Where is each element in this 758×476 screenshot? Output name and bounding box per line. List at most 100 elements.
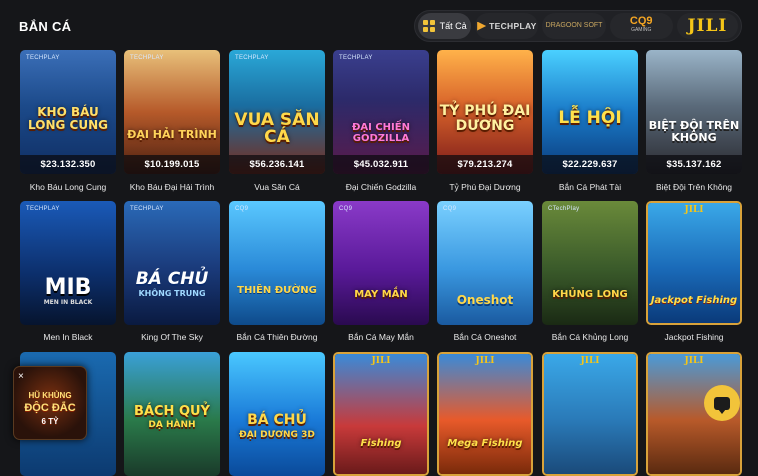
game-logo: ĐẠI HẢI TRÌNH: [127, 128, 217, 141]
game-title[interactable]: Bắn Cá May Mắn: [333, 332, 429, 342]
game-title[interactable]: Đại Chiến Godzilla: [333, 182, 429, 192]
jackpot-amount: $35.137.162: [646, 155, 742, 174]
game-logo: THIÊN ĐƯỜNG: [237, 285, 317, 296]
promo-line-1: HŨ KHỦNG: [28, 391, 72, 400]
game-card[interactable]: CQ9 Oneshot: [437, 201, 533, 325]
game-logo: MAY MẮN: [354, 289, 408, 300]
game-title[interactable]: Vua Săn Cá: [229, 182, 325, 192]
game-title[interactable]: Kho Báu Đại Hải Trình: [124, 182, 220, 192]
provider-filter-bar: Tất Cả TECHPLAY DRAGOON SOFT CQ9 GAMING …: [414, 10, 742, 42]
game-card[interactable]: LỄ HỘI $22.229.637: [542, 50, 638, 174]
game-logo-sub: KHÔNG TRUNG: [138, 289, 206, 298]
game-logo: MIB: [44, 275, 92, 300]
provider-badge: JILI: [684, 205, 704, 215]
provider-tab-label: CQ9: [629, 15, 653, 27]
game-card[interactable]: CTechPlay KHỦNG LONG: [542, 201, 638, 325]
game-logo: VUA SĂN CÁ: [234, 110, 320, 147]
provider-badge: TECHPLAY: [130, 206, 164, 212]
game-logo: ĐẠI CHIẾN GODZILLA: [352, 122, 410, 144]
game-logo: BÁCH QUỶ: [134, 404, 210, 419]
game-logo: LỄ HỘI: [558, 108, 622, 128]
game-logo: Mega Fishing: [447, 438, 523, 449]
provider-badge: JILI: [580, 356, 600, 366]
game-title[interactable]: Men In Black: [20, 332, 116, 342]
provider-badge: TECHPLAY: [339, 55, 373, 61]
provider-tab-label: TECHPLAY: [489, 21, 537, 31]
provider-badge: JILI: [371, 356, 391, 366]
jackpot-amount: $22.229.637: [542, 155, 638, 174]
jackpot-amount: $23.132.350: [20, 155, 116, 174]
game-title[interactable]: Kho Báu Long Cung: [20, 182, 116, 192]
provider-tab-techplay[interactable]: TECHPLAY: [475, 13, 539, 39]
game-title[interactable]: King Of The Sky: [124, 332, 220, 342]
game-card[interactable]: TECHPLAY MIB MEN IN BLACK: [20, 201, 116, 325]
game-card[interactable]: JILI Mega Fishing: [437, 352, 533, 476]
jackpot-amount: $56.236.141: [229, 155, 325, 174]
game-logo-sub: MEN IN BLACK: [43, 299, 93, 306]
game-card[interactable]: BIỆT ĐỘI TRÊN KHÔNG $35.137.162: [646, 50, 742, 174]
game-card[interactable]: CQ9 THIÊN ĐƯỜNG: [229, 201, 325, 325]
game-logo: BIỆT ĐỘI TRÊN KHÔNG: [648, 119, 740, 144]
game-card[interactable]: TECHPLAY ĐẠI HẢI TRÌNH $10.199.015: [124, 50, 220, 174]
header: BẮN CÁ Tất Cả TECHPLAY DRAGOON SOFT CQ9 …: [0, 0, 758, 50]
game-title[interactable]: Bắn Cá Phát Tài: [542, 182, 638, 192]
promo-line-2: ĐỘC ĐẮC: [24, 402, 76, 414]
provider-badge: TECHPLAY: [130, 55, 164, 61]
game-card[interactable]: CQ9 MAY MẮN: [333, 201, 429, 325]
game-logo: Jackpot Fishing: [650, 295, 738, 306]
provider-badge: CQ9: [443, 206, 457, 212]
game-logo: TỶ PHÚ ĐẠI DƯƠNG: [439, 103, 531, 134]
provider-tab-dragoon[interactable]: DRAGOON SOFT: [542, 13, 606, 39]
game-card[interactable]: TECHPLAY ĐẠI CHIẾN GODZILLA $45.032.911: [333, 50, 429, 174]
jackpot-promo-banner[interactable]: × HŨ KHỦNG ĐỘC ĐẮC 6 TỶ: [13, 366, 87, 440]
game-logo: Oneshot: [456, 293, 514, 307]
provider-badge: CQ9: [235, 206, 249, 212]
provider-badge: CQ9: [339, 206, 353, 212]
game-logo: KHỦNG LONG: [552, 289, 628, 300]
game-title[interactable]: Tỷ Phú Đại Dương: [437, 182, 533, 192]
game-card[interactable]: TECHPLAY VUA SĂN CÁ $56.236.141: [229, 50, 325, 174]
game-logo: Fishing: [360, 438, 402, 449]
game-logo-sub: DẠ HÀNH: [148, 420, 196, 430]
game-card[interactable]: BÁ CHỦ ĐẠI DƯƠNG 3D: [229, 352, 325, 476]
page-title: BẮN CÁ: [19, 19, 72, 34]
game-logo: BÁ CHỦ: [247, 412, 307, 428]
jackpot-amount: $79.213.274: [437, 155, 533, 174]
game-title[interactable]: Bắn Cá Oneshot: [437, 332, 533, 342]
game-card[interactable]: TỶ PHÚ ĐẠI DƯƠNG $79.213.274: [437, 50, 533, 174]
provider-tab-cq9[interactable]: CQ9 GAMING: [609, 13, 673, 39]
chat-icon: [714, 396, 730, 414]
techplay-logo-icon: [477, 21, 487, 31]
jackpot-amount: $10.199.015: [124, 155, 220, 174]
provider-badge: JILI: [475, 356, 495, 366]
game-card[interactable]: TECHPLAY BÁ CHỦ KHÔNG TRUNG: [124, 201, 220, 325]
provider-badge: TECHPLAY: [26, 206, 60, 212]
provider-tab-jili[interactable]: JILI: [676, 13, 738, 39]
close-icon[interactable]: ×: [18, 371, 24, 382]
jackpot-amount: $45.032.911: [333, 155, 429, 174]
chat-button[interactable]: [704, 385, 740, 421]
provider-tab-all[interactable]: Tất Cả: [418, 13, 472, 39]
game-logo: BÁ CHỦ: [135, 269, 209, 289]
grid-icon: [422, 20, 435, 32]
promo-line-3: 6 TỶ: [41, 417, 59, 426]
provider-tab-label: DRAGOON SOFT: [545, 22, 603, 29]
game-title[interactable]: Bắn Cá Thiên Đường: [229, 332, 325, 342]
game-card[interactable]: JILI Fishing: [333, 352, 429, 476]
provider-badge: TECHPLAY: [235, 55, 269, 61]
game-title[interactable]: Jackpot Fishing: [646, 332, 742, 342]
provider-tab-sublabel: GAMING: [631, 27, 652, 33]
game-logo-sub: ĐẠI DƯƠNG 3D: [239, 430, 315, 440]
provider-badge: TECHPLAY: [26, 55, 60, 61]
game-card[interactable]: TECHPLAY KHO BÁU LONG CUNG $23.132.350: [20, 50, 116, 174]
game-title[interactable]: Biệt Đội Trên Không: [646, 182, 742, 192]
provider-tab-label: JILI: [687, 16, 728, 36]
game-card[interactable]: JILI Jackpot Fishing: [646, 201, 742, 325]
game-card[interactable]: BÁCH QUỶ DẠ HÀNH: [124, 352, 220, 476]
game-card[interactable]: JILI: [542, 352, 638, 476]
provider-tab-label: Tất Cả: [439, 21, 467, 31]
provider-badge: CTechPlay: [548, 206, 580, 212]
game-logo: KHO BÁU LONG CUNG: [28, 105, 108, 132]
provider-badge: JILI: [684, 356, 704, 366]
game-title[interactable]: Bắn Cá Khủng Long: [542, 332, 638, 342]
